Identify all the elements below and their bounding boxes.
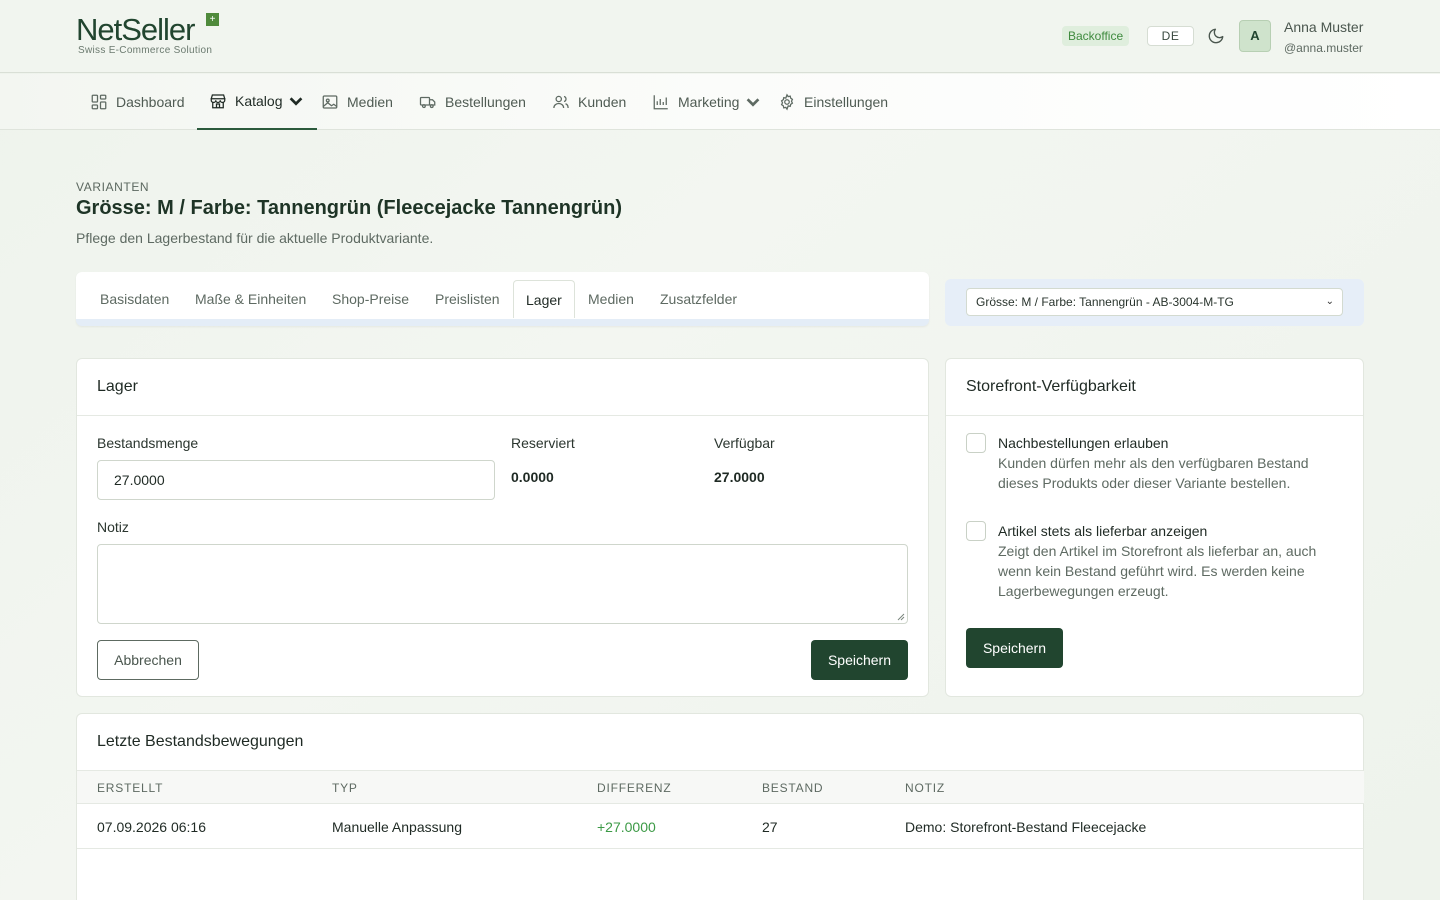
tab-lager[interactable]: Lager xyxy=(513,280,575,318)
tab-zusatzfelder[interactable]: Zusatzfelder xyxy=(648,280,749,318)
nav-item-dashboard[interactable]: Dashboard xyxy=(90,74,185,130)
resize-grip-icon[interactable] xyxy=(897,613,905,621)
always-available-label: Artikel stets als lieferbar anzeigen xyxy=(998,523,1208,539)
always-available-checkbox[interactable] xyxy=(966,521,986,541)
page-eyebrow: VARIANTEN xyxy=(76,180,150,194)
user-name: Anna Muster xyxy=(1284,19,1364,35)
stock-card-title: Lager xyxy=(77,359,928,416)
save-stock-button[interactable]: Speichern xyxy=(811,640,908,680)
chevron-down-icon xyxy=(290,97,303,106)
nav-label: Kunden xyxy=(578,94,627,110)
dashboard-icon xyxy=(91,94,107,110)
nav-item-marketing[interactable]: Marketing xyxy=(652,74,762,130)
nav-label: Bestellungen xyxy=(445,94,526,110)
tab-masse-einheiten[interactable]: Maße & Einheiten xyxy=(183,280,318,318)
logo-mark-icon: + xyxy=(206,13,219,26)
note-label: Notiz xyxy=(97,519,129,535)
nav-item-kunden[interactable]: Kunden xyxy=(552,74,626,130)
quantity-input[interactable]: 27.0000 xyxy=(97,460,495,500)
variant-select[interactable]: Grösse: M / Farbe: Tannengrün - AB-3004-… xyxy=(966,288,1343,316)
image-icon xyxy=(322,95,338,109)
main-nav: Dashboard Katalog Medien Bestellungen Ku… xyxy=(0,74,1440,130)
always-available-description: Zeigt den Artikel im Storefront als lief… xyxy=(998,543,1317,599)
cell-type: Manuelle Anpassung xyxy=(332,819,462,835)
top-header: NetSeller + Swiss E-Commerce Solution Ba… xyxy=(0,0,1440,73)
tab-basisdaten[interactable]: Basisdaten xyxy=(88,280,181,318)
column-header: NOTIZ xyxy=(905,781,945,795)
save-storefront-button[interactable]: Speichern xyxy=(966,628,1063,668)
tabs-bar: Basisdaten Maße & Einheiten Shop-Preise … xyxy=(76,272,929,326)
cell-note: Demo: Storefront-Bestand Fleecejacke xyxy=(905,819,1147,835)
allow-backorders-label: Nachbestellungen erlauben xyxy=(998,435,1169,451)
store-icon xyxy=(210,94,226,109)
movements-card: Letzte Bestandsbewegungen ERSTELLT TYP D… xyxy=(76,713,1364,900)
logo-text: NetSeller xyxy=(76,12,195,47)
column-header: TYP xyxy=(332,781,358,795)
language-switch-button[interactable]: DE xyxy=(1147,26,1194,46)
logo[interactable]: NetSeller + Swiss E-Commerce Solution xyxy=(76,12,226,58)
users-icon xyxy=(553,95,569,109)
movements-table-header: ERSTELLT TYP DIFFERENZ BESTAND NOTIZ xyxy=(77,771,1364,804)
tab-shop-preise[interactable]: Shop-Preise xyxy=(320,280,421,318)
stock-card: Lager Bestandsmenge 27.0000 Reserviert 0… xyxy=(76,358,929,697)
backoffice-badge: Backoffice xyxy=(1062,26,1130,46)
available-label: Verfügbar xyxy=(714,435,775,451)
quantity-label: Bestandsmenge xyxy=(97,435,199,451)
storefront-card-title: Storefront-Verfügbarkeit xyxy=(946,359,1363,416)
page-subtitle: Pflege den Lagerbestand für die aktuelle… xyxy=(76,230,434,246)
reserved-label: Reserviert xyxy=(511,435,575,451)
page-title: Grösse: M / Farbe: Tannengrün (Fleecejac… xyxy=(76,197,623,219)
cell-created: 07.09.2026 06:16 xyxy=(97,819,206,835)
variant-selector-card: Grösse: M / Farbe: Tannengrün - AB-3004-… xyxy=(945,279,1364,326)
allow-backorders-checkbox[interactable] xyxy=(966,433,986,453)
movements-card-title: Letzte Bestandsbewegungen xyxy=(77,714,1363,771)
gear-icon xyxy=(780,93,794,111)
note-textarea[interactable] xyxy=(97,544,908,624)
avatar[interactable]: A xyxy=(1239,20,1271,52)
nav-label: Einstellungen xyxy=(804,94,889,110)
nav-label: Dashboard xyxy=(116,94,185,110)
tab-medien[interactable]: Medien xyxy=(576,280,646,318)
nav-item-katalog[interactable]: Katalog xyxy=(197,74,318,130)
nav-item-medien[interactable]: Medien xyxy=(321,74,393,130)
available-value: 27.0000 xyxy=(714,469,765,485)
allow-backorders-description: Kunden dürfen mehr als den verfügbaren B… xyxy=(998,455,1309,491)
cancel-button[interactable]: Abbrechen xyxy=(97,640,199,680)
column-header: BESTAND xyxy=(762,781,824,795)
nav-label: Katalog xyxy=(235,93,283,109)
nav-label: Medien xyxy=(347,94,393,110)
variant-select-value: Grösse: M / Farbe: Tannengrün - AB-3004-… xyxy=(976,295,1234,309)
cell-stock: 27 xyxy=(762,819,778,835)
column-header: ERSTELLT xyxy=(97,781,164,795)
logo-tagline: Swiss E-Commerce Solution xyxy=(78,45,213,56)
storefront-card: Storefront-Verfügbarkeit Nachbestellunge… xyxy=(945,358,1364,697)
truck-icon xyxy=(419,96,436,109)
nav-item-einstellungen[interactable]: Einstellungen xyxy=(778,74,888,130)
nav-label: Marketing xyxy=(678,94,740,110)
chevron-down-icon xyxy=(747,98,760,107)
user-handle: @anna.muster xyxy=(1284,41,1363,55)
chart-icon xyxy=(653,95,668,110)
reserved-value: 0.0000 xyxy=(511,469,554,485)
chevron-down-icon: ⌄ xyxy=(1325,296,1334,307)
tab-preislisten[interactable]: Preislisten xyxy=(423,280,512,318)
nav-item-bestellungen[interactable]: Bestellungen xyxy=(419,74,526,130)
table-row: 07.09.2026 06:16 Manuelle Anpassung +27.… xyxy=(77,804,1364,849)
moon-icon[interactable] xyxy=(1207,27,1225,45)
column-header: DIFFERENZ xyxy=(597,781,672,795)
cell-difference: +27.0000 xyxy=(597,819,656,835)
